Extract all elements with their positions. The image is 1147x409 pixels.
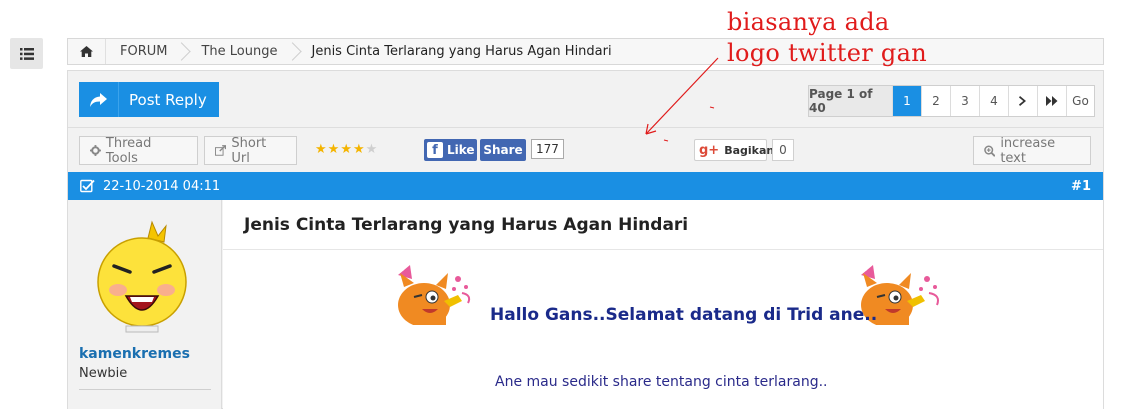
facebook-share-button[interactable]: Share [480, 139, 526, 161]
facebook-like-button[interactable]: f Like [424, 139, 477, 161]
facebook-share-count: 177 [531, 139, 564, 159]
breadcrumb-forum-label: FORUM [120, 44, 168, 59]
post-date: 22-10-2014 04:11 [103, 178, 221, 194]
star-icon[interactable]: ★ [353, 143, 365, 157]
gear-icon [90, 145, 101, 156]
google-plus-count: 0 [772, 139, 794, 161]
user-divider [79, 389, 211, 390]
toolbar-divider [68, 127, 1103, 128]
last-page-button[interactable] [1037, 86, 1066, 116]
breadcrumb-the-lounge[interactable]: The Lounge [187, 39, 289, 64]
page-1-button[interactable]: 1 [892, 86, 921, 116]
list-icon [19, 47, 34, 60]
increase-text-button[interactable]: increase text [973, 135, 1091, 166]
annotation-line-2: logo twitter gan [727, 39, 927, 67]
zoom-in-icon [984, 145, 996, 157]
star-icon[interactable]: ★ [328, 143, 340, 157]
post-reply-button[interactable]: Post Reply [79, 82, 219, 117]
thread-rating[interactable]: ★ ★ ★ ★ ★ [315, 143, 377, 157]
short-url-label: Short Url [231, 135, 267, 166]
facebook-icon: f [427, 142, 443, 158]
sidebar-toggle-button[interactable] [10, 38, 43, 69]
reply-arrow-icon [79, 82, 119, 117]
party-emoticon-left [398, 265, 471, 325]
star-icon[interactable]: ★ [366, 143, 378, 157]
post-username[interactable]: kamenkremes [79, 346, 190, 362]
breadcrumb-current-thread: Jenis Cinta Terlarang yang Harus Agan Hi… [298, 39, 624, 64]
red-annotation-text: biasanya ada logo twitter gan [727, 7, 927, 69]
increase-text-label: increase text [1000, 135, 1056, 166]
post-header: 22-10-2014 04:11 #1 [68, 172, 1103, 200]
breadcrumb-home[interactable] [68, 39, 106, 64]
home-icon [80, 46, 93, 57]
go-button[interactable]: Go [1066, 86, 1094, 116]
breadcrumb: FORUM The Lounge Jenis Cinta Terlarang y… [67, 38, 1104, 65]
double-chevron-right-icon [1046, 96, 1058, 106]
breadcrumb-forum[interactable]: FORUM [106, 39, 179, 64]
post-greeting: Hallo Gans..Selamat datang di Trid ane.. [490, 305, 878, 325]
facebook-like-label: Like [447, 143, 475, 157]
user-title: Newbie [79, 366, 128, 381]
breadcrumb-separator [179, 39, 187, 64]
post-intro-text: Ane mau sedikit share tentang cinta terl… [495, 374, 828, 390]
page-3-button[interactable]: 3 [950, 86, 979, 116]
next-page-button[interactable] [1008, 86, 1037, 116]
google-plus-icon: g+ [699, 142, 720, 158]
thread-tools-button[interactable]: Thread Tools [79, 135, 198, 166]
star-icon[interactable]: ★ [315, 143, 327, 157]
page-4-button[interactable]: 4 [979, 86, 1008, 116]
breadcrumb-separator [290, 39, 298, 64]
pagination: Page 1 of 40 1 2 3 4 Go [808, 85, 1095, 117]
post-reply-label: Post Reply [129, 90, 207, 109]
share-square-icon [215, 145, 227, 156]
google-plus-share-button[interactable]: g+ Bagikan [694, 139, 774, 161]
thread-title: Jenis Cinta Terlarang yang Harus Agan Hi… [244, 215, 689, 235]
chevron-right-icon [1019, 96, 1026, 106]
checkbox-icon [80, 179, 95, 193]
star-icon[interactable]: ★ [340, 143, 352, 157]
annotation-line-1: biasanya ada [727, 8, 890, 36]
breadcrumb-thread-label: Jenis Cinta Terlarang yang Harus Agan Hi… [311, 44, 612, 59]
breadcrumb-lounge-label: The Lounge [201, 44, 278, 59]
avatar[interactable] [96, 220, 190, 338]
google-plus-label: Bagikan [724, 143, 775, 157]
thread-tools-label: Thread Tools [105, 135, 152, 166]
title-divider [223, 249, 1103, 250]
page-2-button[interactable]: 2 [921, 86, 950, 116]
post-number-link[interactable]: #1 [1071, 179, 1091, 194]
page-info: Page 1 of 40 [809, 86, 892, 116]
short-url-button[interactable]: Short Url [204, 135, 297, 166]
facebook-share-label: Share [483, 143, 523, 157]
